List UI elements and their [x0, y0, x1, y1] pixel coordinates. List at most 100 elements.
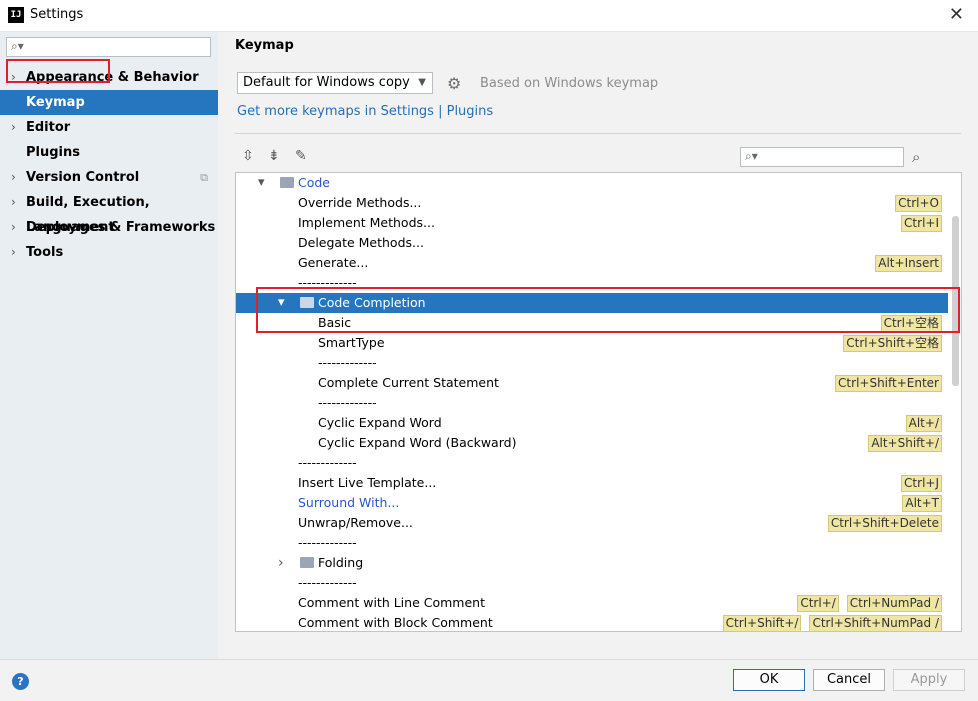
- chevron-right-icon[interactable]: ›: [11, 115, 16, 140]
- search-icon: ⌕▾: [745, 149, 758, 163]
- tree-action-row[interactable]: Override Methods... Ctrl+O: [236, 193, 948, 213]
- tree-row-label: Code: [298, 175, 331, 190]
- shortcut-badge: Alt+Insert: [875, 255, 942, 272]
- cancel-button[interactable]: Cancel: [813, 669, 885, 691]
- shortcut-list: Ctrl+Shift+/ Ctrl+Shift+NumPad /: [715, 613, 942, 631]
- tree-scrollbar[interactable]: [952, 216, 959, 386]
- keymap-scheme-select[interactable]: Default for Windows copy ▼: [237, 72, 433, 94]
- title-bar: IJ Settings ✕: [0, 0, 978, 32]
- tree-row-label: Surround With...: [298, 495, 400, 510]
- tree-action-row[interactable]: -------------: [236, 573, 948, 593]
- tree-action-row[interactable]: Insert Live Template... Ctrl+J: [236, 473, 948, 493]
- shortcut-list: Ctrl+Shift+空格: [835, 333, 942, 353]
- tree-action-row[interactable]: Unwrap/Remove... Ctrl+Shift+Delete: [236, 513, 948, 533]
- tree-folder-row[interactable]: ▾ Code: [236, 173, 948, 193]
- sidebar-item[interactable]: › Tools: [0, 240, 218, 265]
- sidebar-item[interactable]: › Appearance & Behavior: [0, 65, 218, 90]
- chevron-down-icon[interactable]: ▾: [258, 173, 265, 193]
- sidebar-item[interactable]: Keymap: [0, 90, 218, 115]
- shortcut-list: Ctrl+空格: [873, 313, 942, 333]
- tree-row-label: -------------: [298, 575, 357, 590]
- sidebar-item-label: Keymap: [26, 95, 85, 110]
- sidebar-item[interactable]: Plugins: [0, 140, 218, 165]
- ok-button[interactable]: OK: [733, 669, 805, 691]
- tree-row-label: -------------: [318, 355, 377, 370]
- collapse-all-icon[interactable]: ⇟: [268, 148, 280, 164]
- sidebar-item[interactable]: › Editor: [0, 115, 218, 140]
- tree-action-row[interactable]: Comment with Line Comment Ctrl+/ Ctrl+NumP…: [236, 593, 948, 613]
- shortcut-badge: Alt+Shift+/: [868, 435, 942, 452]
- shortcut-badge: Ctrl+Shift+/: [722, 615, 802, 631]
- sidebar-item[interactable]: › Build, Execution, Deployment: [0, 190, 218, 235]
- sidebar-item-label: Tools: [26, 245, 64, 260]
- tree-action-row[interactable]: -------------: [236, 273, 948, 293]
- sidebar-item-label: Appearance & Behavior: [26, 70, 199, 85]
- chevron-right-icon[interactable]: ›: [11, 165, 16, 190]
- chevron-down-icon[interactable]: ▾: [278, 293, 285, 313]
- tree-action-row[interactable]: Generate... Alt+Insert: [236, 253, 948, 273]
- find-shortcut-icon[interactable]: ⌕: [912, 148, 920, 166]
- intellij-logo-icon: IJ: [8, 7, 24, 23]
- tree-row-label: Basic: [318, 315, 352, 330]
- tree-folder-row[interactable]: ▾ Code Completion: [236, 293, 948, 313]
- chevron-right-icon[interactable]: ›: [11, 240, 16, 265]
- folder-icon: [300, 557, 314, 568]
- tree-action-row[interactable]: Implement Methods... Ctrl+I: [236, 213, 948, 233]
- settings-search-input[interactable]: ⌕▾: [6, 37, 211, 57]
- tree-row-label: Implement Methods...: [298, 215, 435, 230]
- action-search-input[interactable]: ⌕▾: [740, 147, 904, 167]
- tree-action-row[interactable]: Complete Current Statement Ctrl+Shift+Ent…: [236, 373, 948, 393]
- help-icon[interactable]: ?: [12, 673, 29, 690]
- tree-action-row[interactable]: Basic Ctrl+空格: [236, 313, 948, 333]
- tree-action-row[interactable]: Comment with Block Comment Ctrl+Shift+/Ct…: [236, 613, 948, 631]
- expand-all-icon[interactable]: ⇳: [242, 148, 254, 164]
- tree-action-row[interactable]: Cyclic Expand Word Alt+/: [236, 413, 948, 433]
- tree-action-row[interactable]: -------------: [236, 353, 948, 373]
- tree-folder-row[interactable]: › Folding: [236, 553, 948, 573]
- tree-row-label: -------------: [298, 275, 357, 290]
- chevron-right-icon[interactable]: ›: [11, 215, 16, 240]
- keymap-panel: Keymap Default for Windows copy ▼ ⚙ Base…: [218, 32, 978, 659]
- chevron-right-icon[interactable]: ›: [11, 190, 16, 215]
- edit-icon[interactable]: ✎: [295, 148, 307, 164]
- tree-row-label: -------------: [298, 535, 357, 550]
- tree-row-label: Delegate Methods...: [298, 235, 424, 250]
- shortcut-list: Ctrl+Shift+Delete: [820, 513, 942, 533]
- tree-action-row[interactable]: Delegate Methods...: [236, 233, 948, 253]
- window-title: Settings: [30, 7, 84, 22]
- search-icon: ⌕▾: [11, 39, 24, 53]
- close-icon[interactable]: ✕: [949, 4, 964, 25]
- keymap-scheme-value: Default for Windows copy: [243, 75, 410, 90]
- tree-action-row[interactable]: Surround With... Alt+T: [236, 493, 948, 513]
- gear-icon[interactable]: ⚙: [447, 74, 461, 93]
- chevron-right-icon[interactable]: ›: [278, 553, 284, 573]
- settings-nav: › Appearance & Behavior Keymap › Editor Plugi…: [0, 65, 218, 265]
- tree-action-row[interactable]: -------------: [236, 453, 948, 473]
- sidebar-item[interactable]: › Languages & Frameworks: [0, 215, 218, 240]
- shortcut-list: Alt+Shift+/: [860, 433, 942, 453]
- get-more-keymaps-link[interactable]: Get more keymaps in Settings | Plugins: [237, 104, 493, 119]
- divider: [235, 133, 961, 134]
- chevron-right-icon[interactable]: ›: [11, 65, 16, 90]
- tree-row-label: Insert Live Template...: [298, 475, 437, 490]
- project-level-icon: ⧉: [200, 171, 208, 184]
- shortcut-badge: Ctrl+/: [797, 595, 839, 612]
- shortcut-badge: Ctrl+I: [901, 215, 942, 232]
- shortcut-badge: Ctrl+O: [895, 195, 942, 212]
- tree-row-label: Comment with Block Comment: [298, 615, 493, 630]
- tree-row-label: Cyclic Expand Word (Backward): [318, 435, 517, 450]
- shortcut-list: Ctrl+I: [893, 213, 942, 233]
- shortcut-list: Ctrl+/ Ctrl+NumPad /: [789, 593, 942, 613]
- tree-action-row[interactable]: SmartType Ctrl+Shift+空格: [236, 333, 948, 353]
- apply-button[interactable]: Apply: [893, 669, 965, 691]
- tree-row-label: Override Methods...: [298, 195, 422, 210]
- shortcut-badge: Ctrl+空格: [880, 315, 942, 332]
- tree-action-row[interactable]: -------------: [236, 393, 948, 413]
- tree-row-label: Generate...: [298, 255, 369, 270]
- tree-row-label: -------------: [318, 395, 377, 410]
- sidebar-item[interactable]: › Version Control ⧉: [0, 165, 218, 190]
- tree-action-row[interactable]: Cyclic Expand Word (Backward) Alt+Shift+/: [236, 433, 948, 453]
- shortcut-badge: Alt+T: [902, 495, 942, 512]
- shortcut-badge: Ctrl+J: [901, 475, 942, 492]
- tree-action-row[interactable]: -------------: [236, 533, 948, 553]
